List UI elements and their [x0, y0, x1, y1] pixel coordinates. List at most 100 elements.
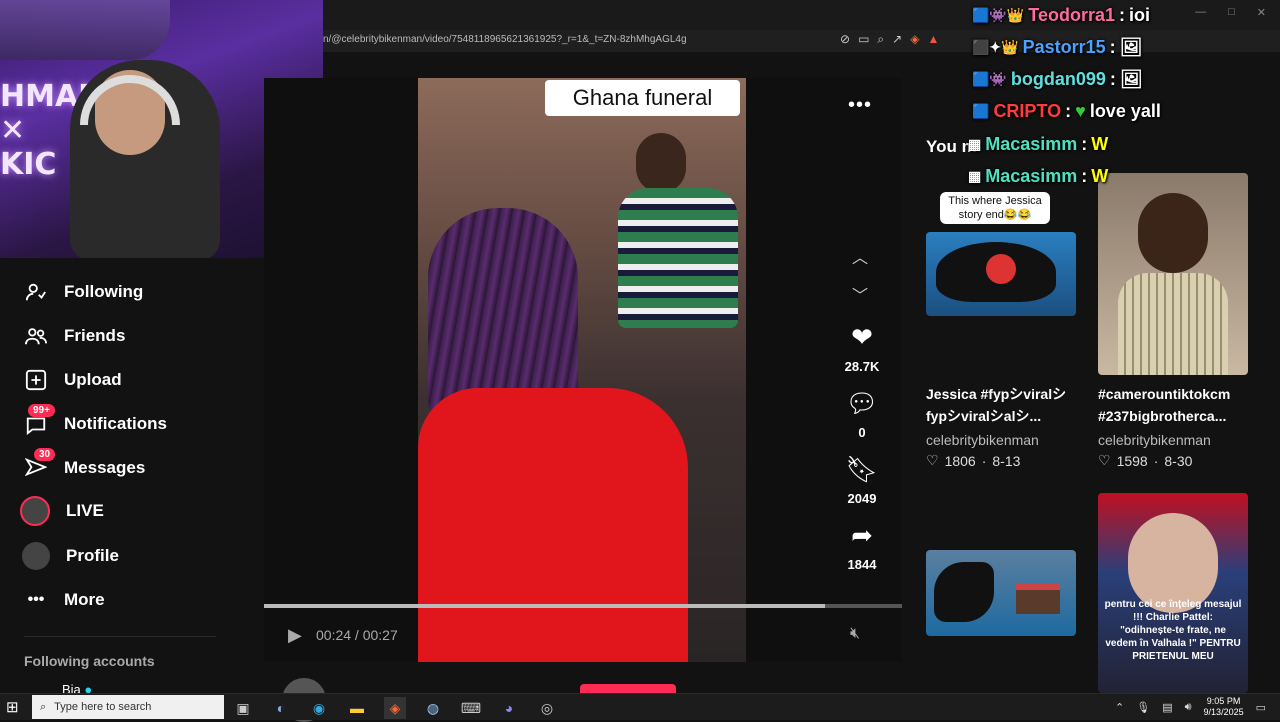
sidebar-item-friends[interactable]: Friends	[24, 324, 125, 348]
sidebar-item-more[interactable]: ••• More	[24, 588, 105, 612]
recommended-video-2-user[interactable]: celebritybikenman	[1098, 432, 1211, 448]
child-face	[1138, 193, 1208, 273]
sidebar-item-profile[interactable]: Profile	[22, 542, 119, 570]
like-action[interactable]: ❤ 28.7K	[838, 322, 886, 374]
child-shirt	[1118, 273, 1228, 375]
zoom-icon[interactable]: ⌕	[877, 32, 884, 47]
recommended-video-4[interactable]	[1098, 493, 1248, 693]
recommended-video-1-meta: ♡ 1806 · 8-13	[926, 452, 1020, 469]
recommended-video-1-overlay: This where Jessica story end😂😂	[940, 192, 1050, 224]
steam-icon[interactable]: ◍	[422, 697, 444, 719]
chat-text: ioi	[1128, 5, 1150, 25]
close-icon[interactable]: ✕	[1257, 6, 1266, 19]
play-icon[interactable]: ▶	[288, 625, 302, 646]
alert-icon[interactable]: ▲	[927, 32, 939, 47]
copilot-icon[interactable]: ◐	[270, 697, 292, 719]
tab-icon[interactable]: ▭	[858, 32, 869, 47]
meta-separator: ·	[981, 452, 987, 469]
browser-toolbar: ⊘ ▭ ⌕ ↗ ◈ ▲	[840, 32, 939, 47]
chat-message: 🟦👾👑 Teodorra1 : ioi	[972, 5, 1150, 26]
share-icon[interactable]: ↗	[892, 32, 902, 47]
recommended-video-3[interactable]	[926, 550, 1076, 636]
brave-icon[interactable]: ◈	[910, 32, 919, 47]
mute-icon[interactable]: 🔇︎	[850, 625, 860, 643]
more-options-icon[interactable]: •••	[848, 94, 872, 117]
bookmark-off-icon[interactable]: ⊘	[840, 32, 850, 47]
recommended-video-2-meta: ♡ 1598 · 8-30	[1098, 452, 1192, 469]
casket-shape	[1016, 584, 1060, 614]
taskbar-apps: ▣ ◐ ◉ ▬ ◈ ◍ ⌨ ◕ ◎	[232, 697, 558, 719]
sidebar-item-messages[interactable]: 30 Messages	[24, 448, 146, 480]
time-total: 00:27	[362, 627, 398, 643]
sidebar-divider	[24, 636, 216, 637]
heart-icon[interactable]: ❤	[838, 322, 886, 353]
comment-icon[interactable]: 💬︎	[838, 388, 886, 419]
orca-mouth	[986, 254, 1016, 284]
recommended-video-1-title[interactable]: Jessica #fypシviralシ fypシviralシalシ...	[926, 383, 1081, 427]
chevron-up-tray-icon[interactable]: ⌃	[1115, 701, 1124, 714]
chat-emote-icon: 🖼	[1119, 37, 1143, 57]
green-heart-icon: ♥	[1075, 101, 1086, 121]
notifications-icon: 99+	[24, 404, 55, 436]
save-action[interactable]: 🔖︎ 2049	[838, 454, 886, 506]
chevron-up-icon[interactable]: ︿	[852, 244, 868, 268]
save-count: 2049	[847, 491, 877, 506]
chevron-down-icon[interactable]: ﹀	[852, 282, 868, 306]
recommended-video-2-likes: 1598	[1116, 452, 1148, 469]
microphone-icon[interactable]: 🎙︎	[1136, 701, 1150, 714]
recommended-video-2-title[interactable]: #camerountiktokcm #237bigbrotherca...	[1098, 383, 1253, 427]
chat-text: W	[1091, 134, 1109, 154]
share-action[interactable]: ➦ 1844	[838, 520, 886, 572]
recommended-video-2-date: 8-30	[1164, 452, 1193, 469]
notification-center-icon[interactable]: ▭	[1256, 701, 1266, 714]
minimize-icon[interactable]: —	[1195, 6, 1206, 19]
webcam-background-figure	[0, 0, 170, 60]
clock-date: 9/13/2025	[1203, 707, 1244, 717]
brave-taskbar-icon[interactable]: ◈	[384, 697, 406, 719]
chat-username: Pastorr15	[1022, 37, 1106, 57]
recommended-video-1[interactable]	[926, 232, 1076, 316]
video-figure-red-shirt	[418, 388, 688, 662]
following-icon	[24, 280, 48, 304]
sidebar-item-following[interactable]: Following	[24, 280, 143, 304]
obs-icon[interactable]: ◎	[536, 697, 558, 719]
profile-avatar	[22, 542, 50, 570]
messages-icon: 30	[24, 448, 56, 480]
taskbar-search[interactable]: ⌕ Type here to search	[32, 695, 224, 719]
sidebar-item-live[interactable]: LIVE	[20, 496, 104, 526]
video-player[interactable]	[418, 78, 746, 662]
chat-message: ▦ Macasimm : W	[968, 166, 1108, 187]
sidebar-item-notifications[interactable]: 99+ Notifications	[24, 404, 167, 436]
comment-action[interactable]: 💬︎ 0	[838, 388, 886, 440]
upload-icon	[24, 368, 48, 392]
task-view-icon[interactable]: ▣	[232, 697, 254, 719]
sidebar-item-upload[interactable]: Upload	[24, 368, 122, 392]
bookmark-icon[interactable]: 🔖︎	[838, 454, 886, 485]
recommended-video-2[interactable]	[1098, 173, 1248, 375]
terminal-icon[interactable]: ⌨	[460, 697, 482, 719]
recommended-video-1-user[interactable]: celebritybikenman	[926, 432, 1039, 448]
edge-icon[interactable]: ◉	[308, 697, 330, 719]
sidebar-item-label: Messages	[64, 458, 146, 477]
maximize-icon[interactable]: □	[1228, 6, 1235, 19]
chat-username: Teodorra1	[1028, 5, 1115, 25]
file-explorer-icon[interactable]: ▬	[346, 697, 368, 719]
messages-badge: 30	[34, 448, 56, 461]
chat-username: Macasimm	[985, 134, 1078, 154]
discord-icon[interactable]: ◕	[498, 697, 520, 719]
chat-message: ▦ Macasimm : W	[968, 134, 1108, 155]
video-progress-bar[interactable]	[264, 604, 902, 608]
share-arrow-icon[interactable]: ➦	[838, 520, 886, 551]
taskbar-clock[interactable]: 9:05 PM 9/13/2025	[1204, 696, 1244, 718]
notifications-badge: 99+	[28, 404, 55, 417]
chat-separator: :	[1065, 101, 1072, 121]
network-icon[interactable]: ▤	[1162, 701, 1172, 714]
video-figure-face	[636, 133, 686, 193]
video-caption: Ghana funeral	[545, 80, 740, 116]
url-text[interactable]: n/@celebritybikenman/video/7548118965621…	[323, 34, 687, 45]
windows-start-icon[interactable]: ⊞	[6, 698, 24, 716]
chat-badge-icon: ▦	[968, 136, 982, 152]
meta-separator: ·	[1153, 452, 1159, 469]
more-dots-icon: •••	[27, 591, 45, 608]
volume-icon[interactable]: 🔊︎	[1185, 701, 1192, 714]
